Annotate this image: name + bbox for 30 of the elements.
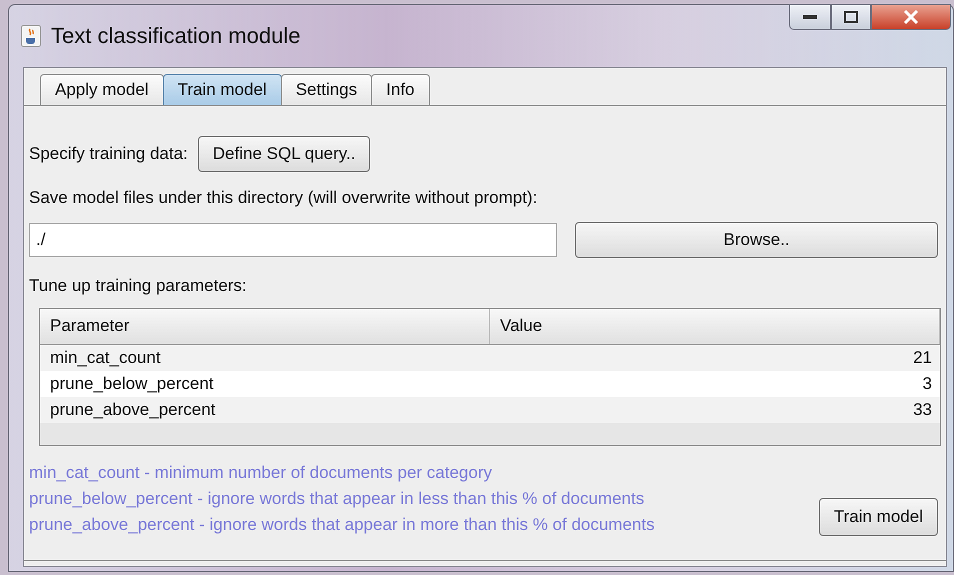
parameters-label: Tune up training parameters: — [29, 276, 248, 296]
minimize-button[interactable] — [789, 4, 831, 30]
training-data-label: Specify training data: — [29, 144, 188, 164]
tab[interactable]: Settings — [280, 74, 372, 105]
column-header[interactable]: Parameter — [40, 309, 490, 344]
maximize-button[interactable] — [831, 4, 871, 30]
coffee-cup-icon — [21, 25, 41, 47]
help-text: prune_above_percent - ignore words that appear in more than this % of documents — [29, 514, 655, 536]
tab[interactable]: Info — [371, 74, 430, 105]
define-sql-query-button[interactable]: Define SQL query.. — [198, 136, 370, 172]
help-text: prune_below_percent - ignore words that appear in less than this % of documents — [29, 488, 646, 510]
minimize-icon — [803, 15, 817, 19]
tab[interactable]: Apply model — [40, 74, 164, 105]
help-text: min_cat_count - minimum number of documents per category — [29, 462, 493, 484]
browse-button[interactable]: Browse.. — [575, 222, 938, 258]
directory-label: Save model files under this directory (will overwrite without prompt): — [29, 188, 538, 208]
close-icon — [903, 10, 919, 24]
close-button[interactable] — [871, 4, 951, 30]
column-header[interactable]: Value — [490, 309, 940, 344]
table-cell: 33 — [913, 400, 932, 420]
train-model-button[interactable]: Train model — [818, 498, 938, 536]
table-cell-text: prune_below_percent — [50, 374, 215, 394]
directory-field[interactable]: ./ — [29, 223, 558, 257]
tab[interactable]: Train model — [162, 74, 282, 105]
table-cell-text: min_cat_count — [50, 348, 162, 368]
table-cell-text: prune_above_percent — [50, 400, 216, 420]
window-title: Text classification module — [51, 23, 300, 49]
maximize-icon — [844, 11, 858, 23]
table-cell: 3 — [922, 374, 932, 394]
table-cell: 21 — [913, 348, 932, 368]
